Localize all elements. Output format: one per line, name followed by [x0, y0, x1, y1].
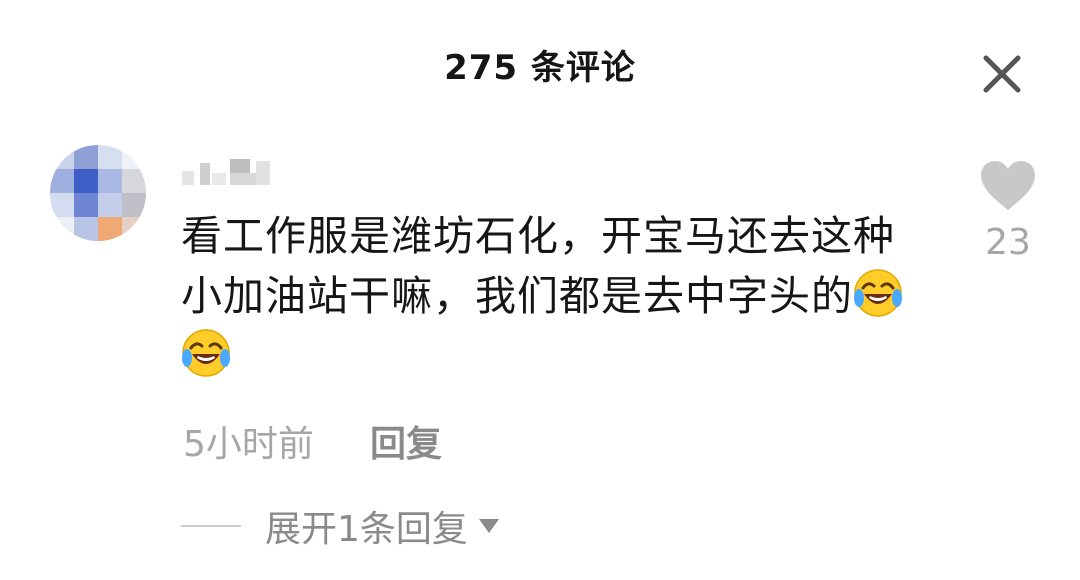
username-redacted[interactable] [182, 157, 274, 189]
like-group: 23 [972, 160, 1044, 263]
expand-replies-button[interactable]: 展开1条回复 [181, 502, 500, 550]
expand-replies-label: 展开1条回复 [265, 509, 468, 550]
laughing-crying-emoji-icon [182, 329, 230, 377]
reply-button[interactable]: 回复 [370, 415, 442, 467]
comment-timestamp: 5小时前 [183, 424, 314, 465]
close-icon[interactable] [978, 50, 1026, 98]
avatar[interactable] [50, 145, 146, 241]
divider-line [181, 525, 241, 527]
comment-text: 看工作服是潍坊石化，开宝马还去这种小加油站干嘛，我们都是去中字头的 [181, 212, 895, 320]
heart-icon[interactable] [979, 160, 1037, 212]
laughing-crying-emoji-icon [854, 269, 902, 317]
like-count: 23 [985, 222, 1031, 263]
comment-body: 看工作服是潍坊石化，开宝马还去这种小加油站干嘛，我们都是去中字头的 [181, 206, 921, 386]
comments-sheet: 275 条评论 看工作服是潍坊石化，开宝马还去这种小加油站干嘛，我们都是去中字头… [0, 0, 1080, 580]
caret-down-icon [478, 519, 499, 533]
comments-count-title: 275 条评论 [444, 48, 636, 88]
